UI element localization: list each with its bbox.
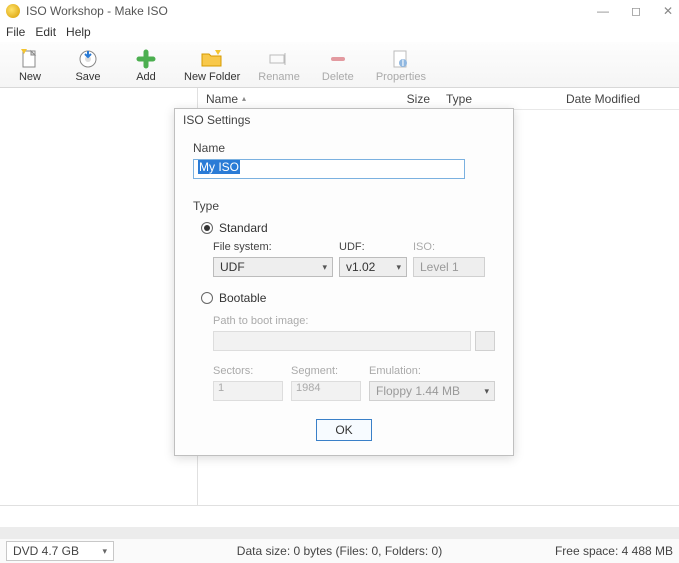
name-input[interactable]: My ISO	[193, 159, 465, 179]
type-label: Type	[193, 199, 495, 213]
emulation-label: Emulation:	[369, 365, 495, 377]
segment-label: Segment:	[291, 365, 361, 377]
iso-label: ISO:	[413, 241, 485, 253]
radio-icon	[201, 292, 213, 304]
fs-combo[interactable]: UDF▾	[213, 257, 333, 277]
dialog-backdrop: ISO Settings Name My ISO Type Standard F…	[0, 0, 679, 563]
standard-radio[interactable]: Standard	[201, 221, 495, 235]
iso-combo: Level 1	[413, 257, 485, 277]
chevron-down-icon: ▾	[322, 262, 327, 273]
path-label: Path to boot image:	[213, 315, 495, 327]
name-label: Name	[193, 141, 495, 155]
emulation-combo: Floppy 1.44 MB▾	[369, 381, 495, 401]
sectors-input: 1	[213, 381, 283, 401]
ok-button[interactable]: OK	[316, 419, 372, 441]
sectors-label: Sectors:	[213, 365, 283, 377]
dialog-title: ISO Settings	[175, 109, 513, 131]
radio-icon	[201, 222, 213, 234]
path-input	[213, 331, 471, 351]
udf-combo[interactable]: v1.02▾	[339, 257, 407, 277]
browse-button	[475, 331, 495, 351]
bootable-label: Bootable	[219, 291, 266, 305]
segment-input: 1984	[291, 381, 361, 401]
chevron-down-icon: ▾	[484, 386, 489, 397]
udf-label: UDF:	[339, 241, 407, 253]
fs-label: File system:	[213, 241, 333, 253]
standard-label: Standard	[219, 221, 268, 235]
iso-settings-dialog: ISO Settings Name My ISO Type Standard F…	[174, 108, 514, 456]
bootable-radio[interactable]: Bootable	[201, 291, 495, 305]
chevron-down-icon: ▾	[396, 262, 401, 273]
